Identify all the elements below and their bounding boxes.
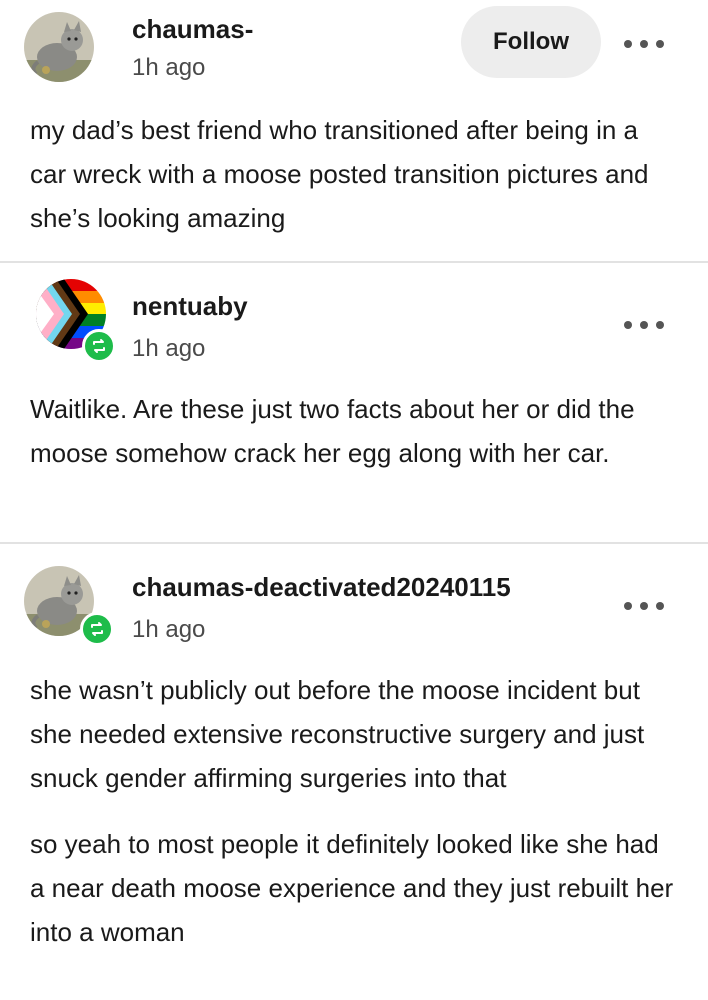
post-body: my dad’s best friend who transitioned af… (30, 108, 680, 240)
post-paragraph: so yeah to most people it definitely loo… (30, 829, 674, 947)
more-options-icon[interactable] (624, 596, 664, 616)
reblog-icon (82, 329, 116, 363)
post-paragraph: she wasn’t publicly out before the moose… (30, 675, 645, 793)
username[interactable]: chaumas-deactivated20240115 (132, 572, 511, 603)
post-body: Waitlike. Are these just two facts about… (30, 387, 680, 475)
timestamp: 1h ago (132, 335, 206, 362)
post-paragraph: my dad’s best friend who transitioned af… (30, 115, 649, 233)
timestamp: 1h ago (132, 616, 206, 643)
post: chaumas- 1h ago Follow my dad’s best fri… (0, 0, 708, 262)
cat-avatar-icon (24, 12, 94, 82)
post: chaumas-deactivated20240115 1h ago she w… (0, 544, 708, 1000)
post-paragraph: Waitlike. Are these just two facts about… (30, 394, 635, 468)
post-body: she wasn’t publicly out before the moose… (30, 668, 680, 954)
more-options-icon[interactable] (624, 34, 664, 54)
username[interactable]: chaumas- (132, 14, 253, 45)
reblog-icon (80, 612, 114, 646)
timestamp: 1h ago (132, 54, 206, 81)
username[interactable]: nentuaby (132, 291, 248, 322)
post: nentuaby 1h ago Waitlike. Are these just… (0, 263, 708, 542)
avatar[interactable] (24, 12, 94, 82)
follow-button[interactable]: Follow (461, 6, 601, 78)
more-options-icon[interactable] (624, 315, 664, 335)
